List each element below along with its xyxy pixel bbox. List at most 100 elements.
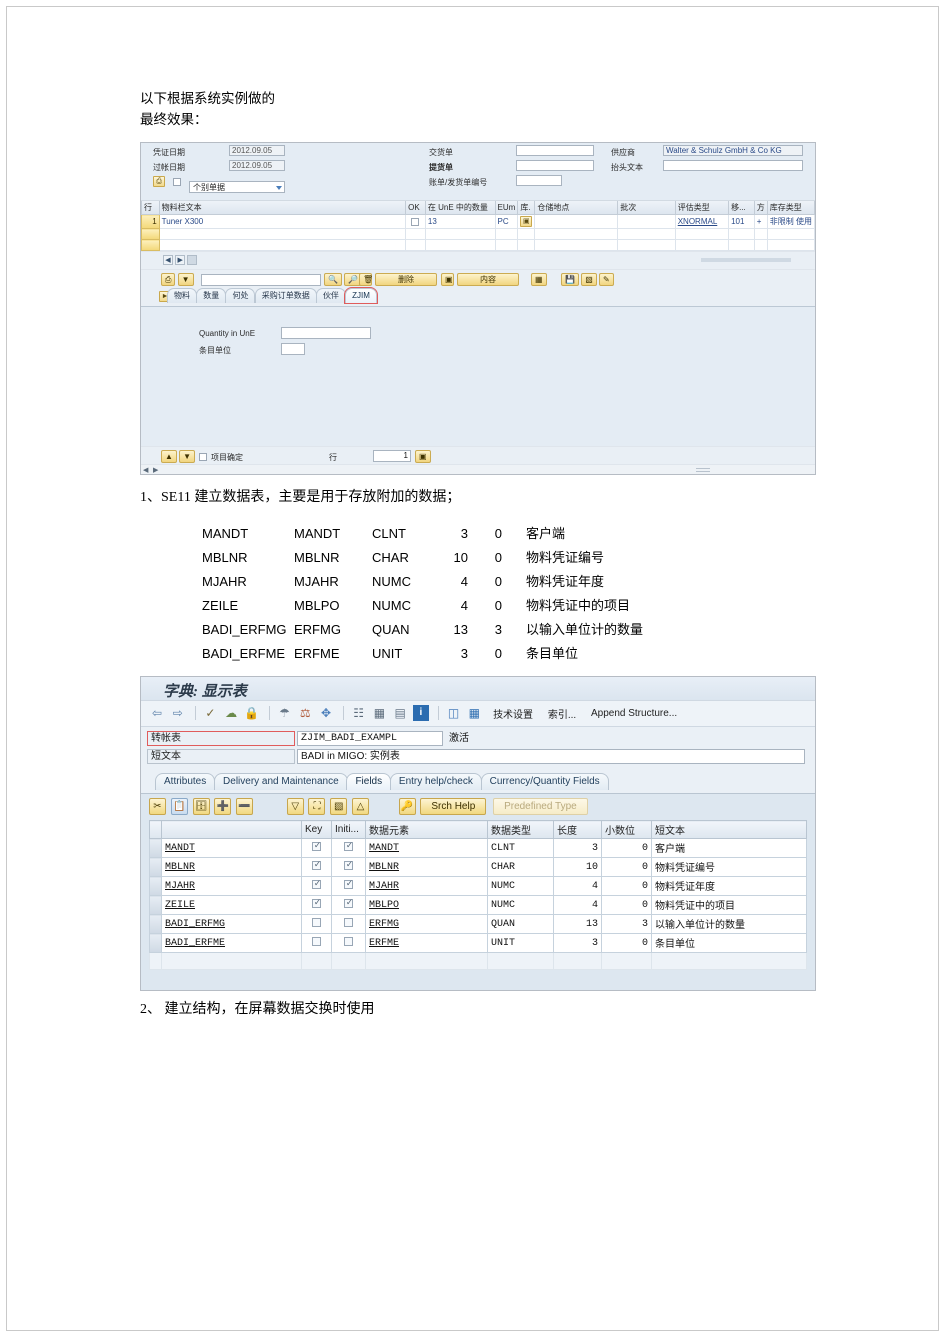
row-handle[interactable] [149, 857, 162, 877]
window-scrollbar[interactable]: ◀ ▶ [141, 464, 815, 474]
print-icon[interactable]: ⎙ [161, 273, 176, 286]
cell-short-text[interactable]: 客户端 [651, 838, 807, 858]
cell-batch[interactable] [617, 228, 676, 240]
cell-data-element[interactable]: ERFMG [365, 914, 488, 934]
horizontal-scrollbar[interactable] [187, 255, 198, 265]
scroll-right-icon[interactable]: ▶ [153, 466, 158, 474]
item-ok-checkbox[interactable] [199, 452, 207, 461]
cell-data-type[interactable]: CHAR [487, 857, 554, 877]
cell-valuation-type[interactable] [674, 228, 730, 240]
detail-icon[interactable]: ▧ [581, 273, 597, 286]
grid-resize-handle[interactable] [701, 258, 791, 262]
vendor-input[interactable]: Walter & Schulz GmbH & Co KG [663, 145, 803, 156]
cell-stock-type[interactable] [766, 228, 816, 240]
detail-next-icon[interactable]: ▼ [179, 450, 196, 463]
tab-quantity[interactable]: 数量 [196, 288, 227, 303]
cell-data-type[interactable]: NUMC [487, 876, 554, 896]
line-input[interactable]: 1 [373, 450, 411, 462]
cell-data-element[interactable]: MJAHR [365, 876, 488, 896]
index-button[interactable]: 索引... [548, 710, 576, 721]
cell-initial[interactable] [331, 952, 366, 970]
table-row[interactable]: BADI_ERFME ERFME UNIT 3 0 条目单位 [149, 933, 807, 953]
cell-valuation-type[interactable] [674, 239, 730, 251]
table-row[interactable]: MJAHR MJAHR NUMC 4 0 物料凭证年度 [149, 876, 807, 896]
cell-length[interactable]: 4 [553, 895, 602, 915]
entry-unit-input[interactable] [281, 343, 305, 355]
forward-arrow-icon[interactable]: ⇨ [170, 705, 186, 721]
print-checkbox[interactable] [173, 177, 181, 186]
cell-ok[interactable] [405, 228, 426, 240]
short-text-input[interactable]: BADI in MIGO: 实例表 [297, 749, 805, 764]
delete-row-icon[interactable]: ➖ [236, 798, 254, 815]
tab-attributes[interactable]: Attributes [155, 773, 216, 790]
cell-data-type[interactable] [487, 952, 554, 970]
cell-field-name[interactable]: MANDT [161, 838, 302, 858]
posting-date-input[interactable]: 2012.09.05 [229, 160, 285, 171]
row-handle[interactable] [149, 933, 162, 953]
cell-data-element[interactable]: MBLPO [365, 895, 488, 915]
scroll-left-button[interactable]: ◀ [163, 255, 173, 265]
row-handle[interactable] [149, 914, 162, 934]
cell-data-element[interactable]: ERFME [365, 933, 488, 953]
cell-material-text[interactable]: Tuner X300 [158, 214, 407, 229]
cell-stock-ind[interactable] [517, 228, 536, 240]
warehouse-icon[interactable]: ▣ [517, 214, 536, 229]
cell-length[interactable]: 3 [553, 933, 602, 953]
cell-sign[interactable] [753, 228, 768, 240]
cell-field-name[interactable]: MBLNR [161, 857, 302, 877]
pencil-check-icon[interactable]: ✓ [202, 705, 218, 721]
table-row[interactable] [141, 228, 816, 240]
table-row[interactable]: BADI_ERFMG ERFMG QUAN 13 3 以输入单位计的数量 [149, 914, 807, 934]
cell-initial[interactable] [331, 838, 366, 858]
col-sign[interactable]: 方 [753, 201, 768, 215]
delivery-note-input[interactable] [516, 145, 594, 156]
move-up-icon[interactable]: △ [352, 798, 370, 815]
cell-key[interactable] [301, 933, 332, 953]
cell-data-type[interactable]: CLNT [487, 838, 554, 858]
cell-qty-une[interactable] [424, 239, 496, 251]
cell-ok[interactable] [405, 239, 426, 251]
cell-short-text[interactable] [651, 952, 807, 970]
cell-valuation-type[interactable]: XNORMAL [674, 214, 730, 229]
cell-field-name[interactable]: ZEILE [161, 895, 302, 915]
cell-key[interactable] [301, 857, 332, 877]
scissors-icon[interactable]: ✂ [149, 798, 166, 815]
layout-icon[interactable]: ▦ [531, 273, 547, 286]
cell-initial[interactable] [331, 933, 366, 953]
table-row[interactable]: ZEILE MBLPO NUMC 4 0 物料凭证中的项目 [149, 895, 807, 915]
cell-movement[interactable] [728, 228, 755, 240]
line-select-icon[interactable]: ▣ [415, 450, 431, 463]
cell-movement[interactable] [728, 239, 755, 251]
cell-field-name[interactable]: BADI_ERFMG [161, 914, 302, 934]
tab-entry-help-check[interactable]: Entry help/check [389, 773, 482, 790]
cell-data-element[interactable] [365, 952, 488, 970]
content-icon[interactable]: ▣ [441, 273, 454, 286]
expand-icon[interactable]: ⛶ [308, 798, 326, 815]
cell-length[interactable]: 3 [553, 838, 602, 858]
help-icon[interactable]: ✎ [599, 273, 614, 286]
cell-data-type[interactable]: NUMC [487, 895, 554, 915]
cell-data-element[interactable]: MANDT [365, 838, 488, 858]
trash-icon[interactable]: 🗑 [359, 273, 373, 286]
collapse-icon[interactable]: ▧ [330, 798, 348, 815]
cell-key[interactable] [301, 952, 332, 970]
list-icon[interactable]: ▤ [392, 705, 408, 721]
row-handle[interactable] [149, 838, 162, 858]
col-ok[interactable]: OK [405, 201, 426, 215]
cell-key[interactable] [301, 914, 332, 934]
cell-data-element[interactable]: MBLNR [365, 857, 488, 877]
cell-sign[interactable] [753, 239, 768, 251]
cell-field-name[interactable]: BADI_ERFME [161, 933, 302, 953]
tab-po-data[interactable]: 采购订单数据 [254, 288, 317, 303]
cell-short-text[interactable]: 以输入单位计的数量 [651, 914, 807, 934]
find-icon[interactable]: 🔍 [324, 273, 342, 286]
cell-batch[interactable] [617, 214, 676, 229]
tab-zjim[interactable]: ZJIM [344, 287, 378, 304]
col-line[interactable]: 行 [141, 201, 160, 215]
table-icon[interactable]: ▦ [466, 705, 482, 721]
cell-movement[interactable]: 101 [728, 214, 755, 229]
cell-data-type[interactable]: UNIT [487, 933, 554, 953]
cell-key[interactable] [301, 838, 332, 858]
cell-initial[interactable] [331, 857, 366, 877]
col-storage-location[interactable]: 仓储地点 [534, 201, 619, 215]
